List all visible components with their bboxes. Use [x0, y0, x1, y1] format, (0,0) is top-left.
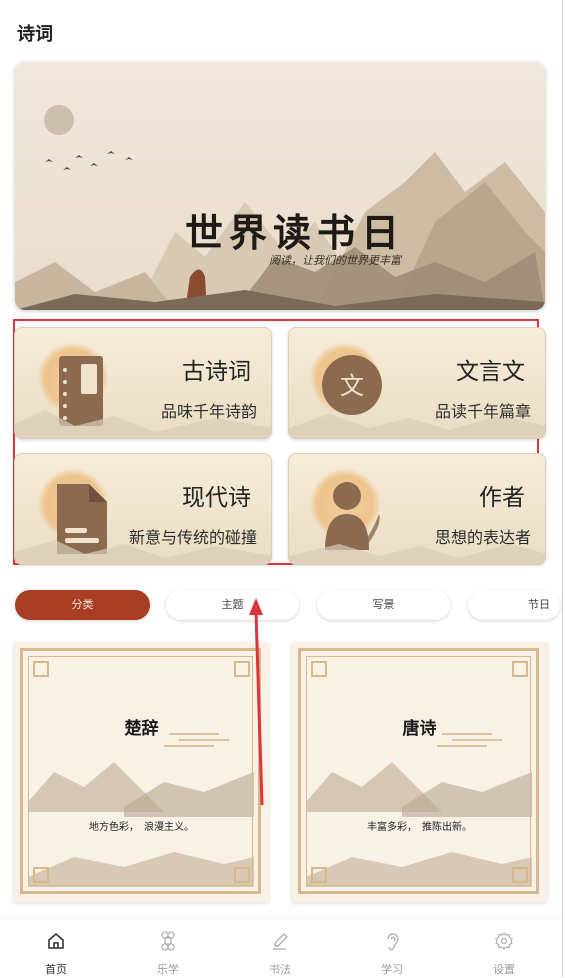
nav-label: 乐学	[157, 963, 179, 976]
nav-item-home[interactable]: 首页	[0, 919, 112, 978]
bottom-navigation: 首页 乐学 书法 学习 设置	[0, 918, 562, 978]
category-desc: 新意与传统的碰撞	[128, 528, 257, 547]
nav-label: 首页	[45, 963, 67, 976]
brush-icon	[273, 933, 288, 950]
tab-scenery[interactable]: 写景	[317, 590, 450, 620]
category-card-classical-prose[interactable]: 文 文言文 品读千年篇章	[288, 327, 546, 439]
poem-category-name: 唐诗	[402, 719, 437, 739]
edge-divider	[562, 0, 563, 977]
category-name: 古诗词	[182, 359, 251, 385]
poem-category-desc: 丰富多彩， 推陈出新。	[367, 822, 472, 833]
category-name: 现代诗	[182, 485, 251, 511]
filter-tabs: 分类 主题 写景 节日	[15, 590, 560, 622]
nav-label: 书法	[269, 963, 291, 976]
page-title: 诗词	[17, 24, 53, 45]
nav-item-calligraphy[interactable]: 书法	[224, 919, 336, 978]
banner[interactable]: 世界读书日 阅读，让我们的世界更丰富	[15, 62, 545, 310]
category-card-author[interactable]: 作者 思想的表达者	[288, 453, 546, 565]
tab-theme[interactable]: 主题	[166, 590, 299, 620]
tab-classification[interactable]: 分类	[15, 590, 150, 620]
category-desc: 品味千年诗韵	[160, 402, 257, 421]
banner-landscape-image	[15, 62, 545, 310]
nav-item-learn-fun[interactable]: 乐学	[112, 919, 224, 978]
top-bar: 诗词	[0, 0, 565, 58]
gear-icon	[495, 932, 513, 950]
category-name: 作者	[479, 485, 525, 511]
tab-festival[interactable]: 节日	[468, 590, 560, 620]
category-desc: 品读千年篇章	[434, 402, 531, 421]
poem-category-card-tangshi[interactable]: 唐诗 丰富多彩， 推陈出新。	[292, 642, 547, 902]
command-icon	[161, 931, 175, 951]
ear-icon	[387, 933, 399, 951]
nav-item-settings[interactable]: 设置	[448, 919, 560, 978]
poem-category-name: 楚辞	[124, 719, 159, 739]
banner-subtitle: 阅读，让我们的世界更丰富	[269, 254, 401, 267]
decorative-frame-inner	[306, 656, 531, 886]
decorative-frame-inner	[28, 656, 253, 886]
banner-title: 世界读书日	[184, 210, 405, 255]
home-icon	[48, 932, 64, 949]
nav-label: 学习	[381, 963, 403, 976]
poem-category-card-chuci[interactable]: 楚辞 地方色彩， 浪漫主义。	[14, 642, 269, 902]
category-card-classical-poetry[interactable]: 古诗词 品味千年诗韵	[14, 327, 272, 439]
poem-category-desc: 地方色彩， 浪漫主义。	[89, 822, 194, 833]
nav-label: 设置	[493, 963, 515, 976]
category-desc: 思想的表达者	[434, 528, 531, 547]
category-name: 文言文	[456, 359, 525, 385]
nav-item-study[interactable]: 学习	[336, 919, 448, 978]
category-card-modern-poetry[interactable]: 现代诗 新意与传统的碰撞	[14, 453, 272, 565]
